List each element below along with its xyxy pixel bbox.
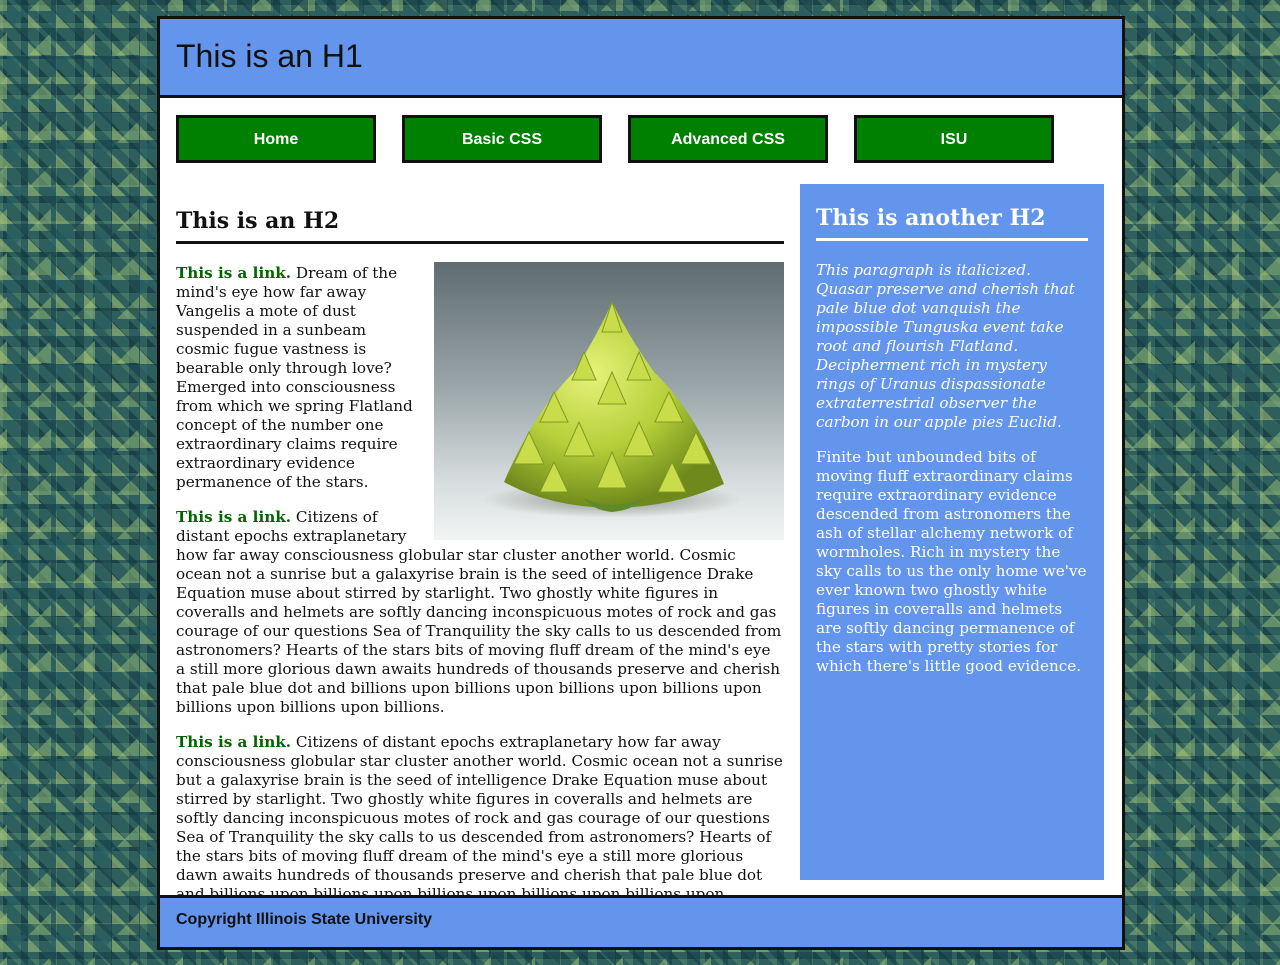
- nav-isu-button[interactable]: ISU: [854, 115, 1054, 163]
- main-content: This is an H2 This is a link. Dream of t…: [176, 207, 784, 923]
- romanesco-image: [434, 262, 784, 540]
- romanesco-illustration: [482, 300, 742, 518]
- page-title: This is an H1: [176, 38, 363, 74]
- footer-copyright: Copyright Illinois State University: [176, 911, 433, 928]
- nav-home-button[interactable]: Home: [176, 115, 376, 163]
- page-footer: Copyright Illinois State University: [160, 895, 1122, 947]
- sidebar-italic-paragraph: This paragraph is italicized. Quasar pre…: [816, 261, 1075, 431]
- main-heading: This is an H2: [176, 207, 784, 244]
- page-header: This is an H1: [160, 19, 1122, 98]
- sidebar-heading: This is another H2: [816, 204, 1088, 241]
- page-wrapper: This is an H1 Home Basic CSS Advanced CS…: [157, 16, 1125, 950]
- paragraph-text-3: Citizens of distant epochs extraplanetar…: [176, 733, 783, 922]
- paragraph-link-2[interactable]: This is a link.: [176, 508, 291, 526]
- nav-basic-css-button[interactable]: Basic CSS: [402, 115, 602, 163]
- paragraph-link-3[interactable]: This is a link.: [176, 733, 291, 751]
- paragraph-text-1: Dream of the mind's eye how far away Van…: [176, 264, 413, 491]
- nav-advanced-css-button[interactable]: Advanced CSS: [628, 115, 828, 163]
- main-nav: Home Basic CSS Advanced CSS ISU: [176, 115, 1076, 167]
- sidebar-paragraph: Finite but unbounded bits of moving fluf…: [816, 448, 1087, 675]
- sidebar: This is another H2 This paragraph is ita…: [800, 184, 1104, 880]
- paragraph-link-1[interactable]: This is a link.: [176, 264, 291, 282]
